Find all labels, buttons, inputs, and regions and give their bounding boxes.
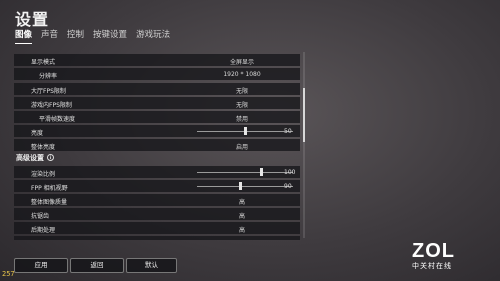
fpp-fov-slider-track[interactable] bbox=[197, 185, 293, 187]
anti-aliasing-label: 抗锯齿 bbox=[31, 212, 50, 220]
render-scale-label: 渲染比例 bbox=[31, 170, 56, 178]
post-processing-row[interactable]: 后期处理 高 bbox=[14, 222, 300, 234]
render-scale-value: 100 bbox=[284, 168, 296, 176]
render-scale-row[interactable]: 渲染比例 100 bbox=[14, 166, 300, 178]
brightness-row[interactable]: 亮度 50 bbox=[14, 125, 300, 137]
overall-brightness-value[interactable]: 启用 bbox=[236, 142, 248, 151]
scrollbar-thumb[interactable] bbox=[303, 88, 305, 142]
overall-brightness-row[interactable]: 整体亮度 启用 bbox=[14, 139, 300, 151]
brightness-value: 50 bbox=[284, 127, 292, 135]
tab-control[interactable]: 控制 bbox=[67, 28, 84, 44]
fpp-fov-value: 90 bbox=[284, 182, 292, 190]
watermark-logo: ZOL bbox=[412, 240, 455, 262]
page-title: 设置 bbox=[15, 10, 50, 29]
smooth-frame-row[interactable]: 平滑帧数速度 禁用 bbox=[14, 111, 300, 123]
brightness-slider-thumb[interactable] bbox=[243, 127, 247, 135]
render-scale-slider-thumb[interactable] bbox=[259, 168, 263, 176]
ingame-fps-row[interactable]: 游戏内FPS限制 无限 bbox=[14, 97, 300, 109]
partial-row[interactable] bbox=[14, 236, 300, 240]
anti-aliasing-value[interactable]: 高 bbox=[239, 211, 245, 220]
fpp-fov-row[interactable]: FPP 相机视野 90 bbox=[14, 180, 300, 192]
display-mode-value[interactable]: 全屏显示 bbox=[230, 57, 254, 66]
smooth-frame-value[interactable]: 禁用 bbox=[236, 114, 248, 123]
post-processing-label: 后期处理 bbox=[31, 226, 56, 234]
display-mode-row[interactable]: 显示模式 全屏显示 bbox=[14, 54, 300, 66]
info-icon[interactable]: i bbox=[47, 154, 54, 161]
tab-sound[interactable]: 声音 bbox=[41, 28, 58, 44]
resolution-row[interactable]: 分辨率 1920 * 1080 bbox=[14, 68, 300, 80]
resolution-label: 分辨率 bbox=[39, 72, 58, 80]
settings-tabs: 图像 声音 控制 按键设置 游戏玩法 bbox=[15, 28, 170, 44]
resolution-value[interactable]: 1920 * 1080 bbox=[223, 71, 260, 78]
smooth-frame-label: 平滑帧数速度 bbox=[39, 115, 76, 123]
overall-brightness-label: 整体亮度 bbox=[31, 143, 56, 151]
fpp-fov-slider-thumb[interactable] bbox=[238, 182, 242, 190]
render-scale-slider-track[interactable] bbox=[197, 171, 293, 173]
lobby-fps-label: 大厅FPS限制 bbox=[31, 87, 66, 95]
tab-keybinds[interactable]: 按键设置 bbox=[93, 28, 127, 44]
fps-counter: 257 bbox=[2, 270, 15, 278]
lobby-fps-row[interactable]: 大厅FPS限制 无限 bbox=[14, 83, 300, 95]
tab-gameplay[interactable]: 游戏玩法 bbox=[136, 28, 170, 44]
overall-quality-value[interactable]: 高 bbox=[239, 197, 245, 206]
anti-aliasing-row[interactable]: 抗锯齿 高 bbox=[14, 208, 300, 220]
ingame-fps-value[interactable]: 无限 bbox=[236, 100, 248, 109]
overall-quality-label: 整体图像质量 bbox=[31, 198, 68, 206]
ingame-fps-label: 游戏内FPS限制 bbox=[31, 101, 72, 109]
apply-button[interactable]: 应用 bbox=[14, 258, 68, 273]
post-processing-value[interactable]: 高 bbox=[239, 225, 245, 234]
overall-quality-row[interactable]: 整体图像质量 高 bbox=[14, 194, 300, 206]
zol-watermark: ZOL 中关村在线 bbox=[412, 240, 492, 271]
settings-scrollbar[interactable] bbox=[303, 52, 305, 238]
settings-panel: 显示模式 全屏显示 分辨率 1920 * 1080 大厅FPS限制 无限 游戏内… bbox=[14, 52, 300, 240]
tab-graphics[interactable]: 图像 bbox=[15, 28, 33, 44]
display-mode-label: 显示模式 bbox=[31, 58, 56, 66]
default-button[interactable]: 默认 bbox=[126, 258, 177, 273]
fpp-fov-label: FPP 相机视野 bbox=[31, 184, 68, 192]
advanced-settings-label: 高级设置 bbox=[16, 154, 44, 162]
back-button[interactable]: 返回 bbox=[70, 258, 124, 273]
advanced-settings-heading: 高级设置 i bbox=[14, 152, 300, 164]
brightness-label: 亮度 bbox=[31, 129, 44, 137]
lobby-fps-value[interactable]: 无限 bbox=[236, 86, 248, 95]
